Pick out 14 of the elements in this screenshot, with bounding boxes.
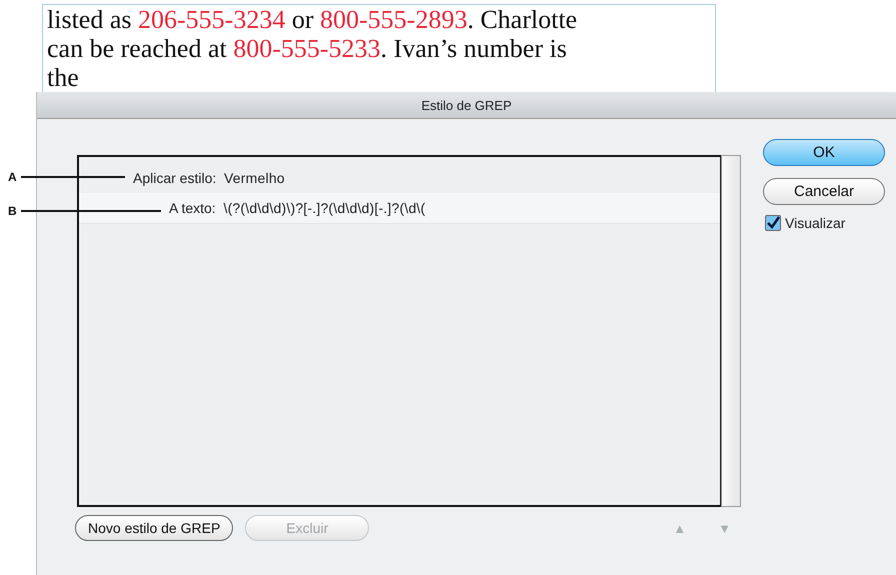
- style-list-item[interactable]: A texto: \(?(\d\d\d)\)?[-.]?(\d\d\d)[-.]?(\d\(: [79, 193, 720, 224]
- ok-button[interactable]: OK: [763, 139, 885, 166]
- new-style-button[interactable]: Novo estilo de GREP: [75, 515, 234, 541]
- callout-label: A: [8, 170, 17, 184]
- document-text-line: the: [47, 63, 80, 92]
- style-list-item[interactable]: Aplicar estilo: Vermelho: [79, 163, 720, 193]
- callout-label: B: [8, 204, 17, 218]
- scroll-bar[interactable]: [721, 155, 741, 507]
- window-title: Estilo de GREP: [421, 98, 512, 112]
- cancel-button[interactable]: Cancelar: [763, 178, 885, 205]
- checkbox[interactable]: [765, 215, 781, 231]
- preview-label: Visualizar: [785, 215, 846, 231]
- document-text-line: listed as 206-555-3234 or 800-555-2893. Charlotte: [47, 5, 578, 34]
- document-text-line: can be reached at 800-555-5233. Ivan’s number is: [47, 34, 568, 63]
